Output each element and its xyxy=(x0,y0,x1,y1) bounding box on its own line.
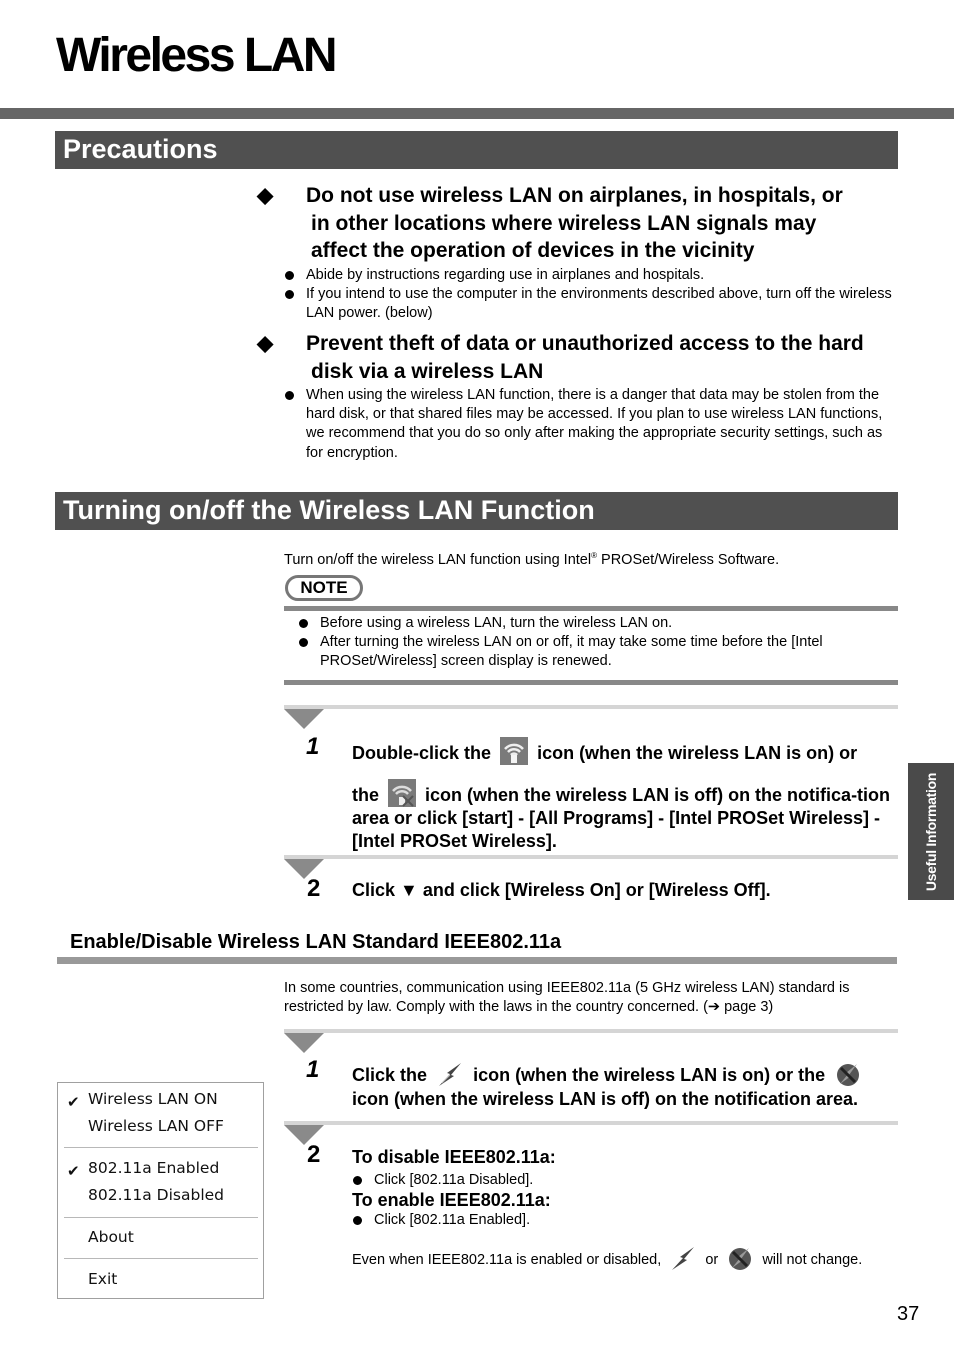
warning-1-bullets: Abide by instructions regarding use in a… xyxy=(284,266,899,324)
lightning-tray-on-icon xyxy=(669,1244,697,1272)
step-divider xyxy=(284,855,898,859)
bullet-item: Abide by instructions regarding use in a… xyxy=(284,266,899,285)
menu-item-wireless-off[interactable]: Wireless LAN OFF xyxy=(88,1117,224,1135)
bullet-icon xyxy=(299,619,308,628)
warning-heading-2: ◆ Prevent theft of data or unauthorized a… xyxy=(257,332,864,383)
side-tab-label: Useful Information xyxy=(923,772,939,891)
ieee-footer-note: Even when IEEE802.11a is enabled or disa… xyxy=(352,1244,872,1272)
bullet-item: Before using a wireless LAN, turn the wi… xyxy=(298,614,898,633)
step-2-text: Click ▼ and click [Wireless On] or [Wire… xyxy=(352,880,771,900)
wifi-tray-on-icon xyxy=(500,737,529,765)
bullet-icon xyxy=(299,638,308,648)
section-heading-precautions: Precautions xyxy=(55,131,898,169)
menu-item-about[interactable]: About xyxy=(88,1228,134,1246)
enable-heading: To enable IEEE802.11a: xyxy=(352,1190,551,1210)
ieee-intro: In some countries, communication using I… xyxy=(284,980,850,1016)
bullet-icon xyxy=(285,290,294,300)
subsection-rule xyxy=(57,957,897,964)
step-divider xyxy=(284,1121,898,1125)
note-top-rule xyxy=(284,606,898,611)
subsection-heading-ieee: Enable/Disable Wireless LAN Standard IEE… xyxy=(70,931,562,953)
lightning-tray-off-icon xyxy=(726,1244,754,1272)
menu-item-80211a-enabled[interactable]: 802.11a Enabled xyxy=(88,1159,219,1177)
step-marker-icon xyxy=(284,709,324,729)
bullet-item: When using the wireless LAN function, th… xyxy=(284,386,899,463)
step-number: 1 xyxy=(306,1056,320,1083)
ieee-step-1-text: Click the icon (when the wireless LAN is… xyxy=(352,1060,912,1111)
bullet-item: Click [802.11a Enabled]. xyxy=(352,1211,892,1230)
wifi-tray-off-icon xyxy=(388,779,417,807)
menu-separator xyxy=(64,1147,258,1148)
step-number: 1 xyxy=(306,733,320,760)
step-number: 2 xyxy=(307,1141,321,1168)
bullet-icon xyxy=(353,1216,362,1225)
bullet-item: After turning the wireless LAN on or off… xyxy=(298,633,898,671)
menu-item-80211a-disabled[interactable]: 802.11a Disabled xyxy=(88,1186,224,1204)
checkmark-icon: ✔ xyxy=(67,1093,80,1111)
note-bullets: Before using a wireless LAN, turn the wi… xyxy=(298,614,898,672)
warning-heading-1: ◆ Do not use wireless LAN on airplanes, i… xyxy=(257,184,843,262)
lightning-tray-off-icon xyxy=(834,1060,862,1088)
step-1-text: Double-click the icon (when the wireless… xyxy=(352,737,902,852)
step-divider xyxy=(284,1029,898,1033)
diamond-icon: ◆ xyxy=(257,332,274,355)
side-tab: Useful Information xyxy=(908,763,954,900)
disable-bullets: Click [802.11a Disabled]. xyxy=(352,1171,892,1190)
bullet-icon xyxy=(285,391,294,400)
page-number: 37 xyxy=(897,1303,920,1325)
step-number: 2 xyxy=(307,875,321,902)
menu-item-wireless-on[interactable]: Wireless LAN ON xyxy=(88,1090,218,1108)
checkmark-icon: ✔ xyxy=(67,1162,80,1180)
page-title: Wireless LAN xyxy=(56,29,338,82)
enable-bullets: Click [802.11a Enabled]. xyxy=(352,1211,892,1230)
note-bottom-rule xyxy=(284,680,898,685)
note-badge: NOTE xyxy=(285,575,363,601)
step-marker-icon xyxy=(284,1033,324,1053)
menu-separator xyxy=(64,1258,258,1259)
section-heading-turning: Turning on/off the Wireless LAN Function xyxy=(55,492,898,530)
disable-heading: To disable IEEE802.11a: xyxy=(352,1147,556,1167)
lightning-tray-on-icon xyxy=(436,1060,464,1088)
step-divider xyxy=(284,705,898,709)
bullet-item: If you intend to use the computer in the… xyxy=(284,285,899,323)
menu-item-exit[interactable]: Exit xyxy=(88,1270,117,1288)
bullet-item: Click [802.11a Disabled]. xyxy=(352,1171,892,1190)
title-rule xyxy=(0,108,954,119)
turning-intro: Turn on/off the wireless LAN function us… xyxy=(284,551,780,568)
wireless-context-menu: ✔ Wireless LAN ON Wireless LAN OFF ✔ 802… xyxy=(57,1082,264,1299)
warning-2-bullets: When using the wireless LAN function, th… xyxy=(284,386,899,463)
bullet-icon xyxy=(285,271,294,280)
diamond-icon: ◆ xyxy=(257,184,274,207)
bullet-icon xyxy=(353,1176,362,1185)
menu-separator xyxy=(64,1217,258,1218)
